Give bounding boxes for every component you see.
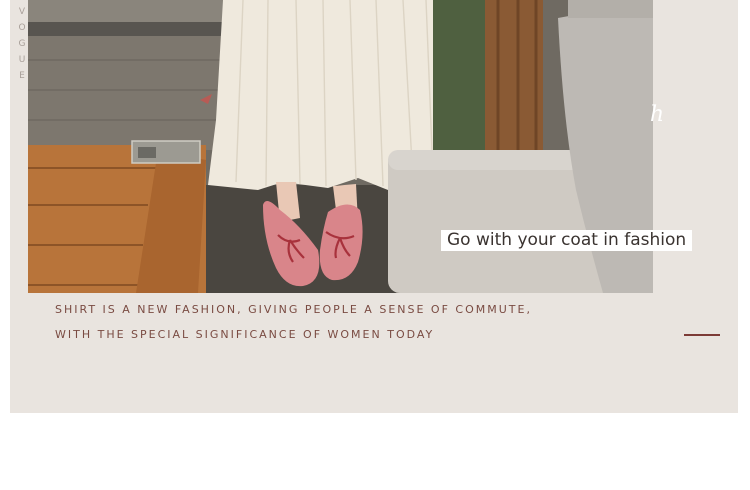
script-watermark: ℎ	[650, 102, 665, 127]
photo-caption: Go with your coat in fashion	[441, 230, 693, 251]
description-line-1: SHIRT IS A NEW FASHION, GIVING PEOPLE A …	[55, 303, 532, 316]
pillow-back	[568, 0, 653, 18]
description-text: SHIRT IS A NEW FASHION, GIVING PEOPLE A …	[55, 297, 532, 347]
wood-wall	[483, 0, 543, 150]
plaque-code	[138, 147, 156, 158]
step	[28, 0, 228, 22]
description-line-2: WITH THE SPECIAL SIGNIFICANCE OF WOMEN T…	[55, 328, 435, 341]
accent-divider	[684, 334, 720, 336]
foliage	[433, 0, 485, 150]
step-shadow	[28, 22, 228, 36]
